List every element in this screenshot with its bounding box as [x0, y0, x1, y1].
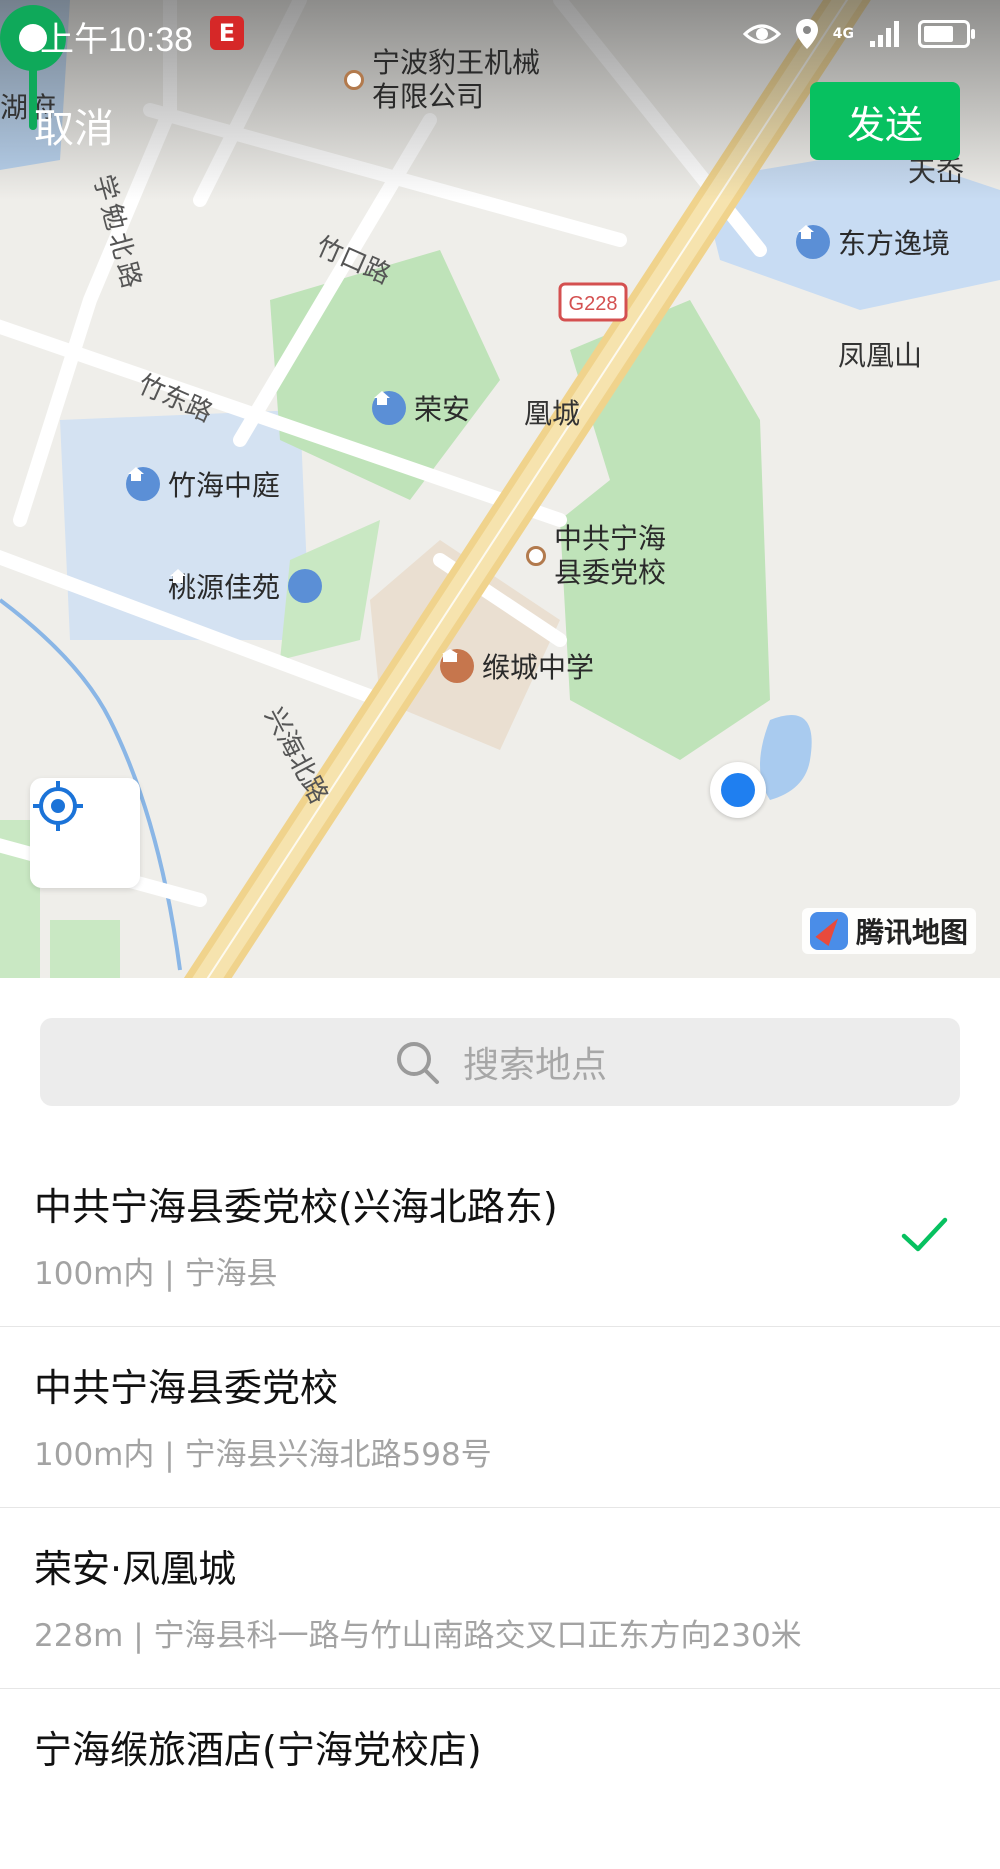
eye-icon: [742, 24, 781, 44]
map-provider-logo: 腾讯地图: [802, 908, 977, 954]
poi-dongfang: 东方逸境: [796, 222, 950, 262]
location-icon: [795, 19, 818, 49]
school-icon: [440, 649, 474, 683]
g228-shield-text: G228: [569, 293, 618, 315]
result-subtitle: 100m内 | 宁海县: [34, 1256, 278, 1292]
search-input[interactable]: 搜索地点: [40, 1018, 960, 1106]
poi-rongan: 荣安: [372, 388, 470, 428]
residence-icon: [126, 467, 160, 501]
battery-icon: [918, 20, 975, 48]
result-subtitle: 228m | 宁海县科一路与竹山南路交叉口正东方向230米: [34, 1618, 802, 1654]
poi-dangxiao-line1: 中共宁海: [554, 522, 667, 555]
poi-dongfang-label: 东方逸境: [838, 227, 951, 260]
status-time: 上午10:38: [40, 21, 194, 59]
result-title: 宁海缑旅酒店(宁海党校店): [34, 1728, 482, 1772]
network-type: 4G: [832, 26, 854, 42]
poi-zhuhai-label: 竹海中庭: [168, 469, 281, 502]
poi-school-label: 缑城中学: [482, 651, 595, 684]
checkmark-icon: [901, 1217, 948, 1252]
result-title: 中共宁海县委党校: [34, 1366, 339, 1410]
result-title: 中共宁海县委党校(兴海北路东): [34, 1185, 558, 1229]
send-button[interactable]: 发送: [810, 82, 960, 160]
locate-crosshair-icon: [33, 781, 83, 831]
search-icon: [396, 1042, 439, 1084]
residence-icon: [170, 569, 323, 603]
poi-dangxiao: 中共宁海 县委党校: [526, 522, 666, 590]
poi-zhuhai: 竹海中庭: [126, 464, 280, 504]
residence-icon: [796, 225, 830, 259]
list-item[interactable]: 宁海缑旅酒店(宁海党校店): [0, 1689, 1000, 1869]
result-subtitle: 100m内 | 宁海县兴海北路598号: [34, 1437, 492, 1473]
poi-dot-icon: [526, 546, 546, 566]
result-title: 荣安·凤凰城: [34, 1547, 237, 1591]
poi-dot-icon: [344, 70, 364, 90]
location-panel: 搜索地点 中共宁海县委党校(兴海北路东) 100m内 | 宁海县 中共宁海县委党…: [0, 978, 1000, 1778]
cancel-button[interactable]: 取消: [34, 96, 114, 154]
app-badge-icon: E: [210, 16, 244, 50]
list-item[interactable]: 中共宁海县委党校(兴海北路东) 100m内 | 宁海县: [0, 1146, 1000, 1327]
poi-rongan-label: 荣安: [414, 393, 471, 426]
map-provider-label: 腾讯地图: [856, 916, 969, 949]
poi-company-line2: 有限公司: [372, 80, 485, 113]
list-item[interactable]: 中共宁海县委党校 100m内 | 宁海县兴海北路598号: [0, 1327, 1000, 1508]
map-label-fenghuangshan: 凤凰山: [838, 339, 923, 372]
signal-icon: [870, 21, 899, 47]
status-icons: 4G: [742, 14, 975, 54]
list-item[interactable]: 荣安·凤凰城 228m | 宁海县科一路与竹山南路交叉口正东方向230米: [0, 1508, 1000, 1689]
location-results-list: 中共宁海县委党校(兴海北路东) 100m内 | 宁海县 中共宁海县委党校 100…: [0, 1146, 1000, 1869]
poi-dangxiao-line2: 县委党校: [554, 556, 667, 589]
residence-icon: [372, 391, 406, 425]
poi-school: 缑城中学: [440, 646, 594, 686]
locate-me-button[interactable]: [30, 778, 140, 888]
status-bar: 上午10:38 E 4G: [0, 0, 1000, 70]
poi-rongan-tail: 凰城: [524, 397, 581, 430]
search-placeholder: 搜索地点: [462, 1045, 607, 1086]
current-location-dot: [710, 762, 766, 818]
poi-taoyuan: 桃源佳苑: [168, 566, 323, 606]
tencent-map-icon: [810, 912, 848, 950]
